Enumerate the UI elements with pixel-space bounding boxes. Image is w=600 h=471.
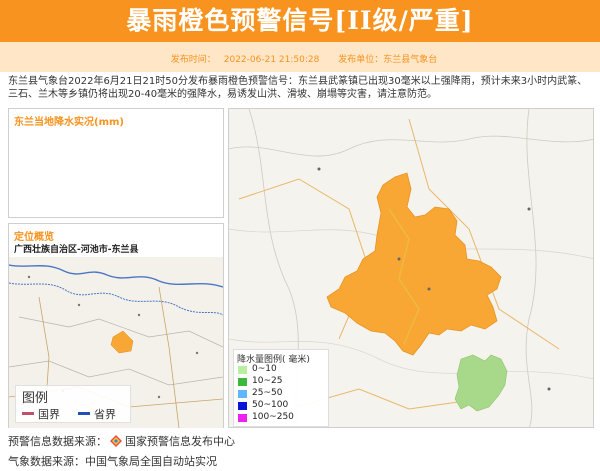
rainfall-legend: 降水量图例( 毫米) 0~10 10~25 25~50 50~100 100~2… (233, 349, 329, 427)
warning-source-label: 预警信息数据来源： (8, 435, 107, 448)
rainfall-legend-item: 0~10 (238, 364, 328, 374)
rainfall-swatch-50-100 (238, 402, 247, 410)
publish-time: 发布时间： 2022-06-21 21:50:28 (163, 55, 320, 65)
weather-data-source-label: 气象数据来源： (8, 455, 85, 468)
rainfall-swatch-25-50 (238, 390, 247, 398)
rainfall-label-0-10: 0~10 (252, 364, 277, 374)
province-border-swatch (78, 412, 90, 415)
publisher-value: 东兰县气象台 (383, 55, 438, 65)
location-region: 广西壮族自治区-河池市-东兰县 (14, 245, 139, 255)
publish-time-value: 2022-06-21 21:50:28 (223, 55, 320, 65)
national-border-swatch (22, 412, 34, 415)
warning-description: 东兰县气象台2022年6月21日21时50分发布暴雨橙色预警信号：东兰县武篆镇已… (8, 76, 588, 100)
province-border-label: 省界 (94, 408, 116, 421)
warning-area-map[interactable]: 降水量图例( 毫米) 0~10 10~25 25~50 50~100 100~2… (228, 108, 594, 428)
national-border-label: 国界 (38, 408, 60, 421)
rainfall-legend-item: 50~100 (238, 400, 328, 410)
warning-source-value: 国家预警信息发布中心 (125, 435, 235, 448)
publisher: 发布单位：东兰县气象台 (338, 55, 437, 65)
rainfall-legend-item: 25~50 (238, 388, 328, 398)
overview-map[interactable]: 图例 国界 省界 (9, 257, 223, 428)
overview-legend-title: 图例 (22, 391, 49, 406)
rainfall-label-100-250: 100~250 (252, 412, 294, 422)
location-overview-title: 定位概览 (14, 232, 54, 243)
warning-center-logo-icon (110, 435, 122, 447)
rainfall-swatch-10-25 (238, 378, 247, 386)
warning-meta: 发布时间： 2022-06-21 21:50:28 发布单位：东兰县气象台 (0, 52, 600, 65)
rainfall-label-10-25: 10~25 (252, 376, 283, 386)
rainfall-legend-item: 10~25 (238, 376, 328, 386)
location-overview-panel: 定位概览 广西壮族自治区-河池市-东兰县 图例 国界 省界 (8, 223, 224, 428)
rainfall-legend-item: 100~250 (238, 412, 328, 422)
publish-time-label: 发布时间： (170, 55, 216, 65)
rainfall-label-50-100: 50~100 (252, 400, 289, 410)
rainfall-swatch-0-10 (238, 366, 247, 374)
weather-data-source-value: 中国气象局全国自动站实况 (85, 455, 217, 468)
rainfall-label-25-50: 25~50 (252, 388, 283, 398)
warning-source: 预警信息数据来源： 国家预警信息发布中心 (8, 433, 235, 449)
warning-title: 暴雨橙色预警信号[II级/严重] (126, 6, 474, 35)
warning-header: 暴雨橙色预警信号[II级/严重] (0, 0, 600, 42)
rainfall-swatch-100-250 (238, 414, 247, 422)
overview-map-legend: 图例 国界 省界 (15, 385, 131, 423)
weather-data-source: 气象数据来源：中国气象局全国自动站实况 (8, 453, 217, 469)
publisher-label: 发布单位： (338, 55, 384, 65)
local-rainfall-panel: 东兰当地降水实况(mm) (8, 108, 224, 218)
local-rainfall-title: 东兰当地降水实况(mm) (14, 117, 124, 128)
